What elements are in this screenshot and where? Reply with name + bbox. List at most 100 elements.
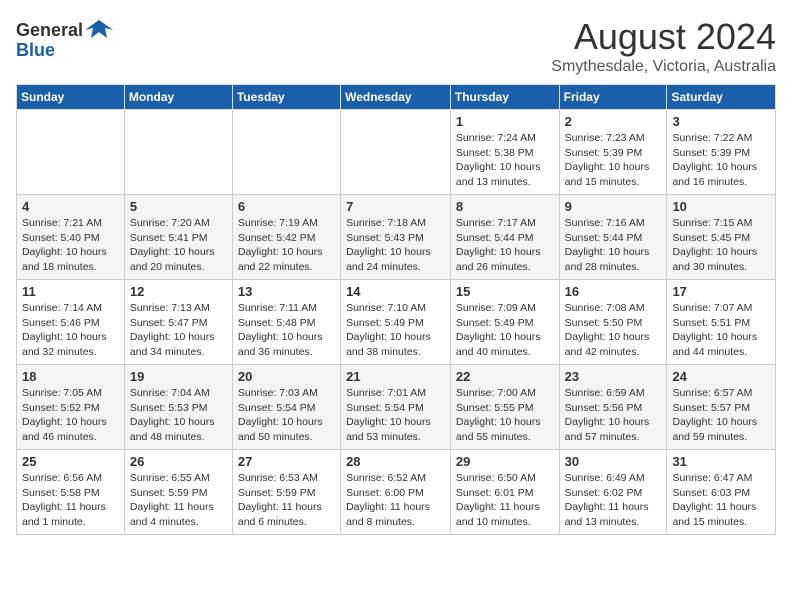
calendar-cell: 3 Sunrise: 7:22 AM Sunset: 5:39 PM Daylig… (667, 110, 776, 195)
day-info: Sunrise: 7:14 AM Sunset: 5:46 PM Dayligh… (22, 301, 119, 360)
header-tuesday: Tuesday (232, 85, 340, 110)
day-info: Sunrise: 6:59 AM Sunset: 5:56 PM Dayligh… (565, 386, 662, 445)
logo: General Blue (16, 16, 113, 61)
day-number: 2 (565, 114, 662, 129)
day-number: 21 (346, 369, 445, 384)
calendar-cell: 8Sunrise: 7:17 AM Sunset: 5:44 PM Daylig… (450, 195, 559, 280)
day-number: 29 (456, 454, 554, 469)
day-info: Sunrise: 6:55 AM Sunset: 5:59 PM Dayligh… (130, 471, 227, 530)
day-info: Sunrise: 6:47 AM Sunset: 6:03 PM Dayligh… (672, 471, 770, 530)
day-number: 11 (22, 284, 119, 299)
calendar-cell: 6 Sunrise: 7:19 AM Sunset: 5:42 PM Daylig… (232, 195, 340, 280)
day-info: Sunrise: 6:53 AM Sunset: 5:59 PM Dayligh… (238, 471, 335, 530)
calendar-cell: 2 Sunrise: 7:23 AM Sunset: 5:39 PM Daylig… (559, 110, 667, 195)
day-number: 19 (130, 369, 227, 384)
calendar-cell: 31 Sunrise: 6:47 AM Sunset: 6:03 PM Dayli… (667, 450, 776, 535)
day-info: Sunrise: 7:16 AM Sunset: 5:44 PM Dayligh… (565, 216, 662, 275)
calendar-table: Sunday Monday Tuesday Wednesday Thursday… (16, 84, 776, 535)
day-number: 25 (22, 454, 119, 469)
day-info: Sunrise: 6:49 AM Sunset: 6:02 PM Dayligh… (565, 471, 662, 530)
calendar-cell: 7Sunrise: 7:18 AM Sunset: 5:43 PM Daylig… (341, 195, 451, 280)
page-header: General Blue August 2024 Smythesdale, Vi… (16, 16, 776, 76)
logo-bird-icon (85, 16, 113, 44)
day-info: Sunrise: 6:50 AM Sunset: 6:01 PM Dayligh… (456, 471, 554, 530)
calendar-week-row-2: 4 Sunrise: 7:21 AM Sunset: 5:40 PM Daylig… (17, 195, 776, 280)
day-info: Sunrise: 7:01 AM Sunset: 5:54 PM Dayligh… (346, 386, 445, 445)
day-info: Sunrise: 7:07 AM Sunset: 5:51 PM Dayligh… (672, 301, 770, 360)
day-info: Sunrise: 7:13 AM Sunset: 5:47 PM Dayligh… (130, 301, 227, 360)
day-info: Sunrise: 7:03 AM Sunset: 5:54 PM Dayligh… (238, 386, 335, 445)
day-number: 30 (565, 454, 662, 469)
day-number: 15 (456, 284, 554, 299)
day-number: 18 (22, 369, 119, 384)
day-info: Sunrise: 6:56 AM Sunset: 5:58 PM Dayligh… (22, 471, 119, 530)
day-info: Sunrise: 7:09 AM Sunset: 5:49 PM Dayligh… (456, 301, 554, 360)
calendar-cell: 4 Sunrise: 7:21 AM Sunset: 5:40 PM Daylig… (17, 195, 125, 280)
day-number: 16 (565, 284, 662, 299)
day-number: 20 (238, 369, 335, 384)
calendar-title: August 2024 (551, 16, 776, 58)
calendar-cell: 27 Sunrise: 6:53 AM Sunset: 5:59 PM Dayli… (232, 450, 340, 535)
title-section: August 2024 Smythesdale, Victoria, Austr… (551, 16, 776, 76)
day-info: Sunrise: 7:08 AM Sunset: 5:50 PM Dayligh… (565, 301, 662, 360)
calendar-cell: 12Sunrise: 7:13 AM Sunset: 5:47 PM Dayli… (124, 280, 232, 365)
calendar-cell: 5Sunrise: 7:20 AM Sunset: 5:41 PM Daylig… (124, 195, 232, 280)
calendar-cell (341, 110, 451, 195)
day-info: Sunrise: 7:21 AM Sunset: 5:40 PM Dayligh… (22, 216, 119, 275)
calendar-cell: 21 Sunrise: 7:01 AM Sunset: 5:54 PM Dayli… (341, 365, 451, 450)
day-info: Sunrise: 6:57 AM Sunset: 5:57 PM Dayligh… (672, 386, 770, 445)
day-number: 27 (238, 454, 335, 469)
calendar-cell (124, 110, 232, 195)
day-info: Sunrise: 7:18 AM Sunset: 5:43 PM Dayligh… (346, 216, 445, 275)
day-number: 24 (672, 369, 770, 384)
header-monday: Monday (124, 85, 232, 110)
logo-text-blue: Blue (16, 40, 55, 61)
day-number: 8 (456, 199, 554, 214)
calendar-cell: 25 Sunrise: 6:56 AM Sunset: 5:58 PM Dayli… (17, 450, 125, 535)
calendar-week-row-3: 11 Sunrise: 7:14 AM Sunset: 5:46 PM Dayli… (17, 280, 776, 365)
day-number: 1 (456, 114, 554, 129)
header-saturday: Saturday (667, 85, 776, 110)
header-wednesday: Wednesday (341, 85, 451, 110)
day-number: 23 (565, 369, 662, 384)
day-number: 13 (238, 284, 335, 299)
calendar-cell: 9 Sunrise: 7:16 AM Sunset: 5:44 PM Daylig… (559, 195, 667, 280)
day-info: Sunrise: 7:19 AM Sunset: 5:42 PM Dayligh… (238, 216, 335, 275)
day-info: Sunrise: 6:52 AM Sunset: 6:00 PM Dayligh… (346, 471, 445, 530)
day-number: 3 (672, 114, 770, 129)
calendar-cell: 23 Sunrise: 6:59 AM Sunset: 5:56 PM Dayli… (559, 365, 667, 450)
calendar-cell: 1 Sunrise: 7:24 AM Sunset: 5:38 PM Daylig… (450, 110, 559, 195)
day-number: 26 (130, 454, 227, 469)
day-info: Sunrise: 7:11 AM Sunset: 5:48 PM Dayligh… (238, 301, 335, 360)
calendar-cell (232, 110, 340, 195)
calendar-cell: 20 Sunrise: 7:03 AM Sunset: 5:54 PM Dayli… (232, 365, 340, 450)
calendar-cell: 16 Sunrise: 7:08 AM Sunset: 5:50 PM Dayli… (559, 280, 667, 365)
day-info: Sunrise: 7:23 AM Sunset: 5:39 PM Dayligh… (565, 131, 662, 190)
day-number: 31 (672, 454, 770, 469)
day-number: 9 (565, 199, 662, 214)
header-friday: Friday (559, 85, 667, 110)
day-info: Sunrise: 7:10 AM Sunset: 5:49 PM Dayligh… (346, 301, 445, 360)
day-info: Sunrise: 7:15 AM Sunset: 5:45 PM Dayligh… (672, 216, 770, 275)
calendar-week-row-1: 1 Sunrise: 7:24 AM Sunset: 5:38 PM Daylig… (17, 110, 776, 195)
calendar-header-row: Sunday Monday Tuesday Wednesday Thursday… (17, 85, 776, 110)
calendar-subtitle: Smythesdale, Victoria, Australia (551, 58, 776, 76)
calendar-week-row-4: 18 Sunrise: 7:05 AM Sunset: 5:52 PM Dayli… (17, 365, 776, 450)
day-number: 17 (672, 284, 770, 299)
calendar-cell: 24 Sunrise: 6:57 AM Sunset: 5:57 PM Dayli… (667, 365, 776, 450)
calendar-cell: 15 Sunrise: 7:09 AM Sunset: 5:49 PM Dayli… (450, 280, 559, 365)
calendar-cell: 26 Sunrise: 6:55 AM Sunset: 5:59 PM Dayli… (124, 450, 232, 535)
day-info: Sunrise: 7:20 AM Sunset: 5:41 PM Dayligh… (130, 216, 227, 275)
calendar-cell: 18 Sunrise: 7:05 AM Sunset: 5:52 PM Dayli… (17, 365, 125, 450)
day-info: Sunrise: 7:00 AM Sunset: 5:55 PM Dayligh… (456, 386, 554, 445)
calendar-cell: 17 Sunrise: 7:07 AM Sunset: 5:51 PM Dayli… (667, 280, 776, 365)
calendar-cell (17, 110, 125, 195)
day-info: Sunrise: 7:05 AM Sunset: 5:52 PM Dayligh… (22, 386, 119, 445)
day-number: 22 (456, 369, 554, 384)
day-number: 6 (238, 199, 335, 214)
day-number: 4 (22, 199, 119, 214)
calendar-cell: 29 Sunrise: 6:50 AM Sunset: 6:01 PM Dayli… (450, 450, 559, 535)
calendar-week-row-5: 25 Sunrise: 6:56 AM Sunset: 5:58 PM Dayli… (17, 450, 776, 535)
day-info: Sunrise: 7:22 AM Sunset: 5:39 PM Dayligh… (672, 131, 770, 190)
day-info: Sunrise: 7:24 AM Sunset: 5:38 PM Dayligh… (456, 131, 554, 190)
